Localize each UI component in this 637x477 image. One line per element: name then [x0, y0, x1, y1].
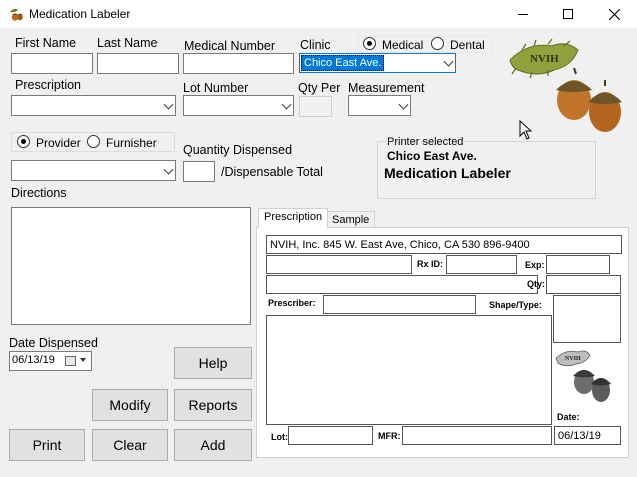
date-field: 06/13/19 — [554, 426, 621, 445]
patient-name-field — [266, 255, 412, 274]
close-button[interactable] — [591, 0, 637, 28]
qty-label: Qty: — [527, 279, 545, 289]
maximize-button[interactable] — [545, 0, 591, 28]
directions-field — [266, 315, 552, 425]
provider-radio-label[interactable]: Provider — [36, 136, 81, 150]
printer-location: Chico East Ave. — [387, 149, 477, 163]
shape-type-label: Shape/Type: — [489, 300, 542, 310]
prescription-select[interactable] — [11, 95, 176, 116]
directions-textarea[interactable] — [11, 207, 251, 325]
maximize-icon — [563, 9, 573, 19]
logo-text: NVIH — [530, 53, 559, 65]
provider-select[interactable] — [11, 160, 176, 181]
exp-label: Exp: — [525, 260, 545, 270]
lot-label: Lot: — [271, 432, 288, 442]
minimize-icon — [518, 13, 528, 15]
date-label: Date: — [557, 412, 580, 422]
first-name-label: First Name — [15, 36, 77, 50]
furnisher-radio[interactable] — [87, 135, 100, 148]
medical-number-input[interactable] — [183, 53, 294, 74]
medical-radio-label[interactable]: Medical — [382, 38, 423, 52]
clinic-label: Clinic — [300, 38, 331, 52]
measurement-select[interactable] — [348, 95, 411, 116]
provider-radio[interactable] — [17, 135, 30, 148]
chevron-down-icon — [163, 99, 174, 110]
drug-name-field — [266, 275, 538, 294]
furnisher-radio-label[interactable]: Furnisher — [106, 136, 157, 150]
tab-prescription[interactable]: Prescription — [258, 208, 329, 228]
lot-number-label: Lot Number — [183, 81, 249, 95]
medical-radio[interactable] — [363, 37, 376, 50]
quantity-dispensed-input[interactable] — [183, 161, 215, 182]
reports-button[interactable]: Reports — [174, 389, 252, 421]
rx-id-label: Rx ID: — [417, 259, 444, 269]
chevron-down-icon — [281, 99, 292, 110]
chevron-down-icon — [398, 99, 409, 110]
modify-button[interactable]: Modify — [92, 389, 168, 421]
qty-per-label: Qty Per — [298, 81, 341, 95]
close-icon — [608, 8, 620, 20]
window-title: Medication Labeler — [29, 7, 131, 21]
date-dispensed-value: 06/13/19 — [12, 354, 55, 366]
print-button[interactable]: Print — [9, 429, 85, 461]
prescription-label: Prescription — [15, 78, 81, 92]
last-name-label: Last Name — [97, 36, 158, 50]
label-logo-text: NVIH — [565, 356, 581, 362]
add-button[interactable]: Add — [174, 429, 252, 461]
label-preview-panel: NVIH, Inc. 845 W. East Ave, Chico, CA 53… — [256, 227, 629, 458]
date-dispensed-picker[interactable]: 06/13/19 — [9, 351, 92, 371]
clinic-select-value: Chico East Ave. — [301, 55, 385, 71]
mouse-cursor-icon — [519, 120, 533, 140]
dental-radio[interactable] — [431, 37, 444, 50]
printer-selected-caption: Printer selected — [386, 136, 465, 148]
rx-id-field — [446, 255, 517, 274]
printer-name: Medication Labeler — [384, 165, 511, 181]
help-button[interactable]: Help — [174, 347, 252, 379]
chevron-down-icon — [163, 164, 174, 175]
first-name-input[interactable] — [11, 53, 93, 74]
measurement-label: Measurement — [348, 81, 425, 95]
date-dispensed-label: Date Dispensed — [9, 336, 98, 350]
mfr-field — [402, 426, 552, 445]
title-bar: Medication Labeler — [0, 0, 637, 28]
dispensable-total-label: /Dispensable Total — [221, 165, 323, 179]
minimize-button[interactable] — [500, 0, 546, 28]
dental-radio-label[interactable]: Dental — [450, 38, 485, 52]
prescriber-label: Prescriber: — [268, 298, 316, 308]
last-name-input[interactable] — [97, 53, 179, 74]
app-icon — [8, 6, 24, 22]
label-acorn-logo: NVIH — [554, 348, 612, 408]
prescriber-field — [323, 295, 476, 314]
qty-field — [546, 275, 621, 294]
tab-sample[interactable]: Sample — [326, 211, 376, 228]
quantity-dispensed-label: Quantity Dispensed — [183, 143, 293, 157]
mfr-label: MFR: — [378, 431, 401, 441]
qty-per-input[interactable] — [299, 96, 332, 117]
chevron-down-icon — [80, 358, 86, 362]
label-header: NVIH, Inc. 845 W. East Ave, Chico, CA 53… — [266, 235, 622, 254]
chevron-down-icon — [443, 56, 454, 67]
directions-label: Directions — [11, 186, 67, 200]
lot-field — [288, 426, 373, 445]
clear-button[interactable]: Clear — [92, 429, 168, 461]
exp-field — [546, 255, 610, 274]
medical-number-label: Medical Number — [184, 39, 276, 53]
clinic-select[interactable]: Chico East Ave. — [299, 53, 456, 73]
calendar-icon — [65, 356, 76, 366]
shape-type-field — [553, 295, 621, 343]
lot-number-select[interactable] — [183, 95, 294, 116]
